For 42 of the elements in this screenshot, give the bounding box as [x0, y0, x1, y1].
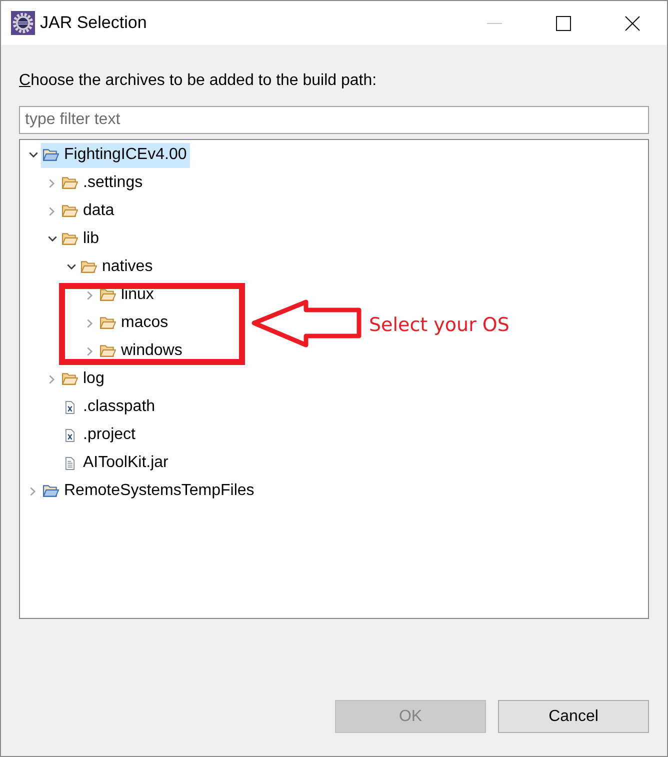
folder-icon	[100, 289, 116, 301]
chevron-right-icon[interactable]	[49, 206, 55, 216]
chevron-right-icon[interactable]	[87, 318, 93, 328]
tree-item[interactable]: .project	[60, 422, 138, 448]
window-title: JAR Selection	[40, 13, 147, 33]
tree-item[interactable]: macos	[98, 310, 172, 336]
tree-item[interactable]: FightingICEv4.00	[41, 142, 190, 168]
folder-icon	[62, 177, 78, 189]
tree-item[interactable]: RemoteSystemsTempFiles	[41, 478, 258, 504]
chevron-right-icon[interactable]	[30, 486, 36, 496]
x-document-icon	[65, 428, 75, 442]
project-folder-icon	[43, 149, 59, 161]
folder-icon	[62, 373, 78, 385]
chevron-down-icon[interactable]	[66, 264, 76, 270]
tree-item[interactable]: .classpath	[60, 394, 158, 420]
x-document-icon	[65, 400, 75, 414]
folder-icon	[62, 205, 78, 217]
tree-item[interactable]: windows	[98, 338, 186, 364]
chevron-right-icon[interactable]	[49, 178, 55, 188]
tree-item[interactable]: natives	[79, 254, 156, 280]
folder-icon	[81, 261, 97, 273]
tree-item[interactable]: linux	[98, 282, 157, 308]
tree-item[interactable]: log	[60, 366, 108, 392]
tree-item[interactable]: .settings	[60, 170, 146, 196]
annotation-text: Select your OS	[369, 313, 510, 337]
folder-icon	[100, 345, 116, 357]
chevron-down-icon[interactable]	[28, 152, 38, 158]
folder-icon	[100, 317, 116, 329]
tree-item[interactable]: data	[60, 198, 118, 224]
text-document-icon	[65, 456, 75, 470]
chevron-right-icon[interactable]	[49, 374, 55, 384]
chevron-right-icon[interactable]	[87, 290, 93, 300]
dialog-button[interactable]: Cancel	[498, 700, 649, 733]
gear-icon	[11, 11, 35, 35]
chevron-right-icon[interactable]	[87, 346, 93, 356]
instruction-label: Choose the archives to be added to the build path:	[19, 71, 377, 91]
tree-item[interactable]: lib	[60, 226, 102, 252]
project-folder-icon	[43, 485, 59, 497]
tree-item[interactable]: AIToolKit.jar	[60, 450, 172, 476]
chevron-down-icon[interactable]	[48, 236, 56, 242]
filter-field[interactable]: type filter text	[19, 106, 649, 134]
folder-icon	[62, 233, 78, 245]
